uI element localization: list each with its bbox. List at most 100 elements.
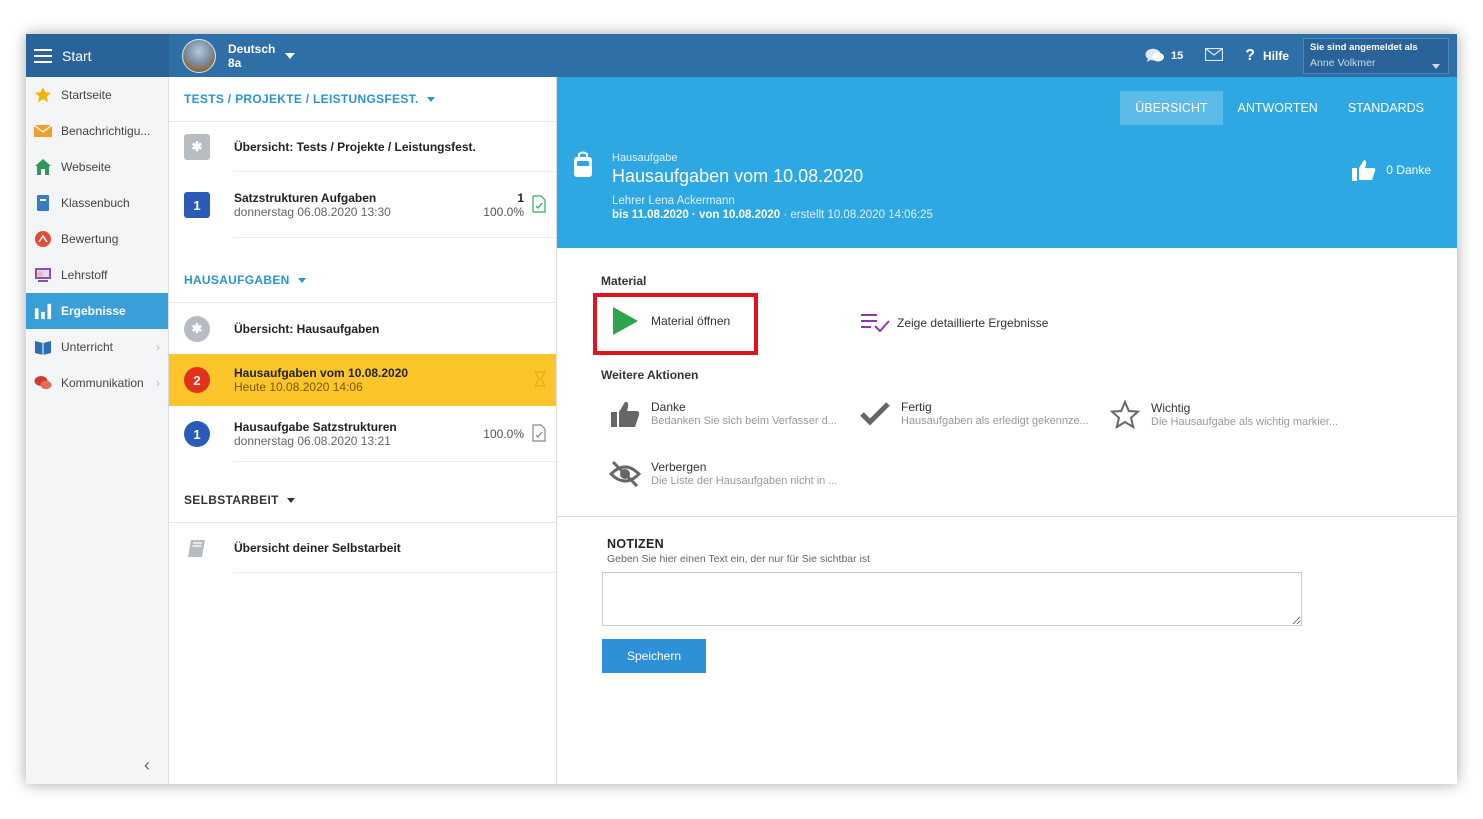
detailed-results-button[interactable]: Zeige detaillierte Ergebnisse xyxy=(857,313,1048,333)
rating-icon xyxy=(34,230,52,248)
open-material-button[interactable]: Material öffnen xyxy=(607,306,730,336)
sidebar-item-startseite[interactable]: Startseite xyxy=(26,77,168,113)
account-menu[interactable]: Sie sind angemeldet als Anne Volkmer xyxy=(1303,38,1449,74)
list-item-title: Satzstrukturen Aufgaben xyxy=(234,191,377,205)
notebook-icon xyxy=(184,537,210,559)
thumbs-up-icon xyxy=(607,400,643,428)
save-button[interactable]: Speichern xyxy=(602,639,706,673)
list-item-title: Übersicht: Hausaufgaben xyxy=(234,321,380,336)
assignment-header: Hausaufgabe Hausaufgaben vom 10.08.2020 … xyxy=(557,127,1457,248)
action-description: Bedanken Sie sich beim Verfasser d... xyxy=(651,415,837,427)
list-item-self-overview[interactable]: Übersicht deiner Selbstarbeit xyxy=(169,523,556,573)
sidebar-item-label: Benachrichtigu... xyxy=(61,124,151,138)
chat-bubbles-icon xyxy=(1145,48,1164,62)
sidebar-item-label: Startseite xyxy=(61,88,112,102)
sidebar-item-label: Webseite xyxy=(61,160,111,174)
document-check-icon xyxy=(532,194,546,216)
class-selector[interactable]: Deutsch 8a xyxy=(182,39,296,73)
list-item-title: Hausaufgaben vom 10.08.2020 xyxy=(234,366,409,380)
chevron-down-icon xyxy=(297,277,306,283)
chevron-down-icon xyxy=(1432,64,1440,69)
list-item-hw-10-08-2020[interactable]: 2 Hausaufgaben vom 10.08.2020 Heute 10.0… xyxy=(169,354,556,406)
sidebar-item-label: Klassenbuch xyxy=(61,196,130,210)
mark-important-button[interactable]: Wichtig Die Hausaufgabe als wichtig mark… xyxy=(1107,400,1341,430)
section-header-hausaufgaben[interactable]: HAUSAUFGABEN xyxy=(169,258,556,303)
sidebar-item-klassenbuch[interactable]: Klassenbuch xyxy=(26,185,168,221)
chevron-right-icon: › xyxy=(156,340,160,354)
messages-button[interactable]: 15 xyxy=(1145,48,1183,64)
start-label: Start xyxy=(62,47,92,64)
gear-icon: ✱ xyxy=(184,315,210,342)
thanks-button[interactable]: 0 Danke xyxy=(1352,159,1431,181)
sidebar-item-label: Lehrstoff xyxy=(61,268,108,282)
open-book-icon xyxy=(34,338,52,356)
section-title: HAUSAUFGABEN xyxy=(184,273,290,287)
start-menu-button[interactable]: Start xyxy=(26,34,169,77)
assignment-list: TESTS / PROJEKTE / LEISTUNGSFEST. ✱ Über… xyxy=(169,77,557,784)
bar-chart-icon xyxy=(34,302,52,320)
star-outline-icon xyxy=(1107,400,1143,430)
assignment-kind: Hausaufgabe xyxy=(612,152,678,164)
divider xyxy=(557,516,1457,517)
notes-textarea[interactable] xyxy=(602,572,1302,626)
list-item-date: donnerstag 06.08.2020 13:21 xyxy=(234,434,391,448)
sidebar-item-label: Unterricht xyxy=(61,340,114,354)
thank-author-button[interactable]: Danke Bedanken Sie sich beim Verfasser d… xyxy=(607,400,841,428)
action-description: Hausaufgaben als erledigt gekennze... xyxy=(901,415,1089,427)
completion-percent: 100.0% xyxy=(483,205,524,219)
count-badge: 1 xyxy=(184,421,210,447)
help-button[interactable]: ? Hilfe xyxy=(1245,47,1289,65)
due-date: bis 11.08.2020 xyxy=(612,209,689,221)
count-badge: 2 xyxy=(184,367,210,393)
hide-button[interactable]: Verbergen Die Liste der Hausaufgaben nic… xyxy=(607,460,841,488)
sidebar-item-webseite[interactable]: Webseite xyxy=(26,149,168,185)
sidebar-item-benachrichtigungen[interactable]: Benachrichtigu... xyxy=(26,113,168,149)
submission-count: 1 xyxy=(517,191,524,205)
thumbs-up-icon xyxy=(1352,160,1376,181)
list-item-hw-satzstrukturen[interactable]: 1 Hausaufgabe Satzstrukturen donnerstag … xyxy=(169,406,556,462)
section-title: SELBSTARBEIT xyxy=(184,493,279,507)
sidebar-item-label: Ergebnisse xyxy=(61,304,126,318)
completion-percent: 100.0% xyxy=(483,427,524,441)
created-date: · erstellt 10.08.2020 14:06:25 xyxy=(780,209,933,221)
mark-done-button[interactable]: Fertig Hausaufgaben als erledigt gekennz… xyxy=(857,400,1091,428)
detail-content: Material Material öffnen Zeige detaillie… xyxy=(557,248,1457,784)
sidebar-item-label: Kommunikation xyxy=(61,376,144,390)
envelope-icon xyxy=(1205,47,1224,62)
list-item-title: Übersicht deiner Selbstarbeit xyxy=(234,541,401,555)
sidebar-item-unterricht[interactable]: Unterricht › xyxy=(26,329,168,365)
section-title: TESTS / PROJEKTE / LEISTUNGSFEST. xyxy=(184,92,419,106)
list-item-hw-overview[interactable]: ✱ Übersicht: Hausaufgaben xyxy=(169,303,556,354)
class-subject: Deutsch xyxy=(228,42,276,56)
mail-button[interactable] xyxy=(1205,47,1224,64)
chat-bubbles-icon xyxy=(34,374,52,392)
tab-standards[interactable]: STANDARDS xyxy=(1333,91,1439,125)
hamburger-icon xyxy=(34,48,52,63)
sidebar-item-kommunikation[interactable]: Kommunikation › xyxy=(26,365,168,401)
sidebar: Startseite Benachrichtigu... Webseite Kl… xyxy=(26,77,169,784)
sidebar-item-lehrstoff[interactable]: Lehrstoff xyxy=(26,257,168,293)
list-item-test-satzstrukturen[interactable]: 1 Satzstrukturen Aufgaben donnerstag 06.… xyxy=(169,172,556,238)
help-label: Hilfe xyxy=(1262,49,1289,63)
list-item-tests-overview[interactable]: ✱ Übersicht: Tests / Projekte / Leistung… xyxy=(169,122,556,172)
backpack-icon xyxy=(571,151,595,182)
star-icon xyxy=(34,86,52,104)
hourglass-icon xyxy=(533,370,547,390)
tab-antworten[interactable]: ANTWORTEN xyxy=(1223,91,1333,125)
section-header-selbstarbeit[interactable]: SELBSTARBEIT xyxy=(169,478,556,523)
notes-hint: Geben Sie hier einen Text ein, der nur f… xyxy=(607,553,871,565)
list-item-title: Übersicht: Tests / Projekte / Leistungsf… xyxy=(234,140,476,154)
list-item-date: Heute 10.08.2020 14:06 xyxy=(234,380,363,394)
tab-uebersicht[interactable]: ÜBERSICHT xyxy=(1120,91,1223,125)
section-header-tests[interactable]: TESTS / PROJEKTE / LEISTUNGSFEST. xyxy=(169,77,556,122)
collapse-sidebar-button[interactable]: ‹ xyxy=(144,755,150,776)
chevron-down-icon xyxy=(285,53,296,59)
class-name: 8a xyxy=(228,56,242,70)
sidebar-item-label: Bewertung xyxy=(61,232,119,246)
sidebar-item-ergebnisse[interactable]: Ergebnisse xyxy=(26,293,168,329)
action-description: Die Hausaufgabe als wichtig markier... xyxy=(1151,416,1339,428)
teaching-material-icon xyxy=(34,266,52,284)
action-title: Fertig xyxy=(901,400,932,414)
assignment-dates: bis 11.08.2020 · von 10.08.2020 · erstel… xyxy=(612,209,933,221)
sidebar-item-bewertung[interactable]: Bewertung xyxy=(26,221,168,257)
